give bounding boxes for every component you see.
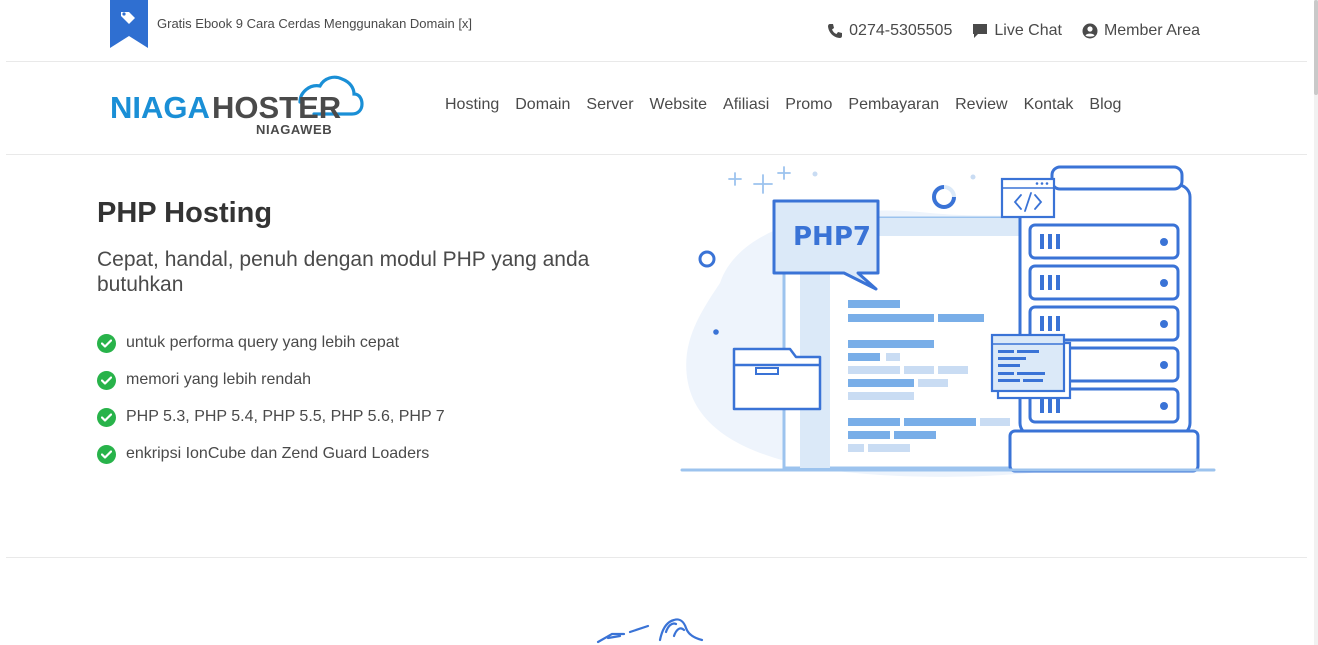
check-circle-icon	[97, 334, 116, 353]
feature-text: PHP 5.3, PHP 5.4, PHP 5.5, PHP 5.6, PHP …	[126, 407, 445, 425]
page-subtitle: Cepat, handal, penuh dengan modul PHP ya…	[97, 248, 590, 296]
feature-text: memori yang lebih rendah	[126, 370, 311, 388]
tag-icon[interactable]	[110, 0, 148, 48]
phone-icon	[828, 24, 843, 38]
member-area-label: Member Area	[1103, 22, 1200, 39]
user-circle-icon	[1082, 23, 1098, 39]
logo-subtext: NIAGAWEB	[256, 122, 332, 137]
check-circle-icon	[97, 371, 116, 390]
feature-item: enkripsi IonCube dan Zend Guard Loaders	[97, 436, 445, 473]
scrollbar-thumb[interactable]	[1314, 0, 1318, 95]
nav-item-domain[interactable]: Domain	[507, 96, 578, 114]
nav-item-hosting[interactable]: Hosting	[437, 96, 507, 114]
feature-item: memori yang lebih rendah	[97, 362, 445, 399]
feature-text: untuk performa query yang lebih cepat	[126, 333, 400, 351]
nav-item-server[interactable]: Server	[578, 96, 641, 114]
feature-text: enkripsi IonCube dan Zend Guard Loaders	[126, 444, 430, 462]
top-links: 0274-5305505 Live Chat Member Area	[827, 22, 1200, 40]
phone-link[interactable]: 0274-5305505	[827, 22, 952, 40]
handshake-illustration	[596, 618, 704, 644]
divider-top	[6, 61, 1307, 62]
nav-item-review[interactable]: Review	[947, 96, 1015, 114]
niagahoster-logo[interactable]: NIAGA HOSTER NIAGAWEB	[108, 74, 364, 138]
logo-secondary: HOSTER	[212, 90, 341, 125]
feature-item: untuk performa query yang lebih cepat	[97, 325, 445, 362]
nav-item-kontak[interactable]: Kontak	[1016, 96, 1082, 114]
feature-list: untuk performa query yang lebih cepat me…	[97, 325, 445, 473]
page-title: PHP Hosting	[97, 197, 273, 229]
divider-section	[6, 557, 1307, 558]
nav-item-blog[interactable]: Blog	[1081, 96, 1129, 114]
top-bar: Gratis Ebook 9 Cara Cerdas Menggunakan D…	[0, 0, 1314, 62]
chat-bubble-icon	[973, 24, 988, 38]
main-nav: Hosting Domain Server Website Afiliasi P…	[437, 96, 1129, 114]
promo-link[interactable]: Gratis Ebook 9 Cara Cerdas Menggunakan D…	[157, 16, 472, 31]
divider-header	[6, 154, 1307, 155]
nav-item-website[interactable]: Website	[642, 96, 716, 114]
phone-number: 0274-5305505	[849, 22, 953, 39]
member-area-link[interactable]: Member Area	[1082, 22, 1200, 40]
logo-primary: NIAGA	[110, 90, 210, 125]
live-chat-link[interactable]: Live Chat	[972, 22, 1062, 40]
page-scrollbar[interactable]	[1314, 0, 1318, 645]
feature-item: PHP 5.3, PHP 5.4, PHP 5.5, PHP 5.6, PHP …	[97, 399, 445, 436]
check-circle-icon	[97, 408, 116, 427]
nav-item-pembayaran[interactable]: Pembayaran	[840, 96, 947, 114]
nav-item-afiliasi[interactable]: Afiliasi	[715, 96, 777, 114]
php7-label: PHP7	[793, 222, 871, 252]
nav-item-promo[interactable]: Promo	[777, 96, 840, 114]
check-circle-icon	[97, 445, 116, 464]
live-chat-label: Live Chat	[994, 22, 1062, 39]
php-server-illustration: PHP7	[680, 165, 1216, 477]
